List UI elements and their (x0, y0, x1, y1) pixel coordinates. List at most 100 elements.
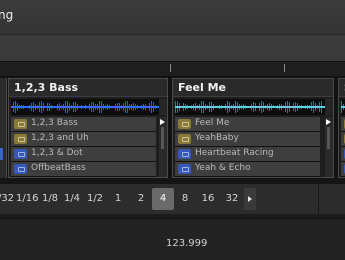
waveform-bar (341, 100, 342, 113)
waveform-bar (273, 105, 274, 109)
waveform-bar (65, 101, 66, 113)
waveform-bar (37, 104, 38, 110)
waveform-bar (187, 104, 188, 109)
waveform-bar (41, 100, 42, 114)
quantize-option[interactable]: 1/4 (62, 188, 82, 210)
waveform-bar (133, 102, 134, 112)
remix-slots: 1,2,3 Bass 1,2,3 Bass 1,2,3 and Uh 1,2,3 &… (0, 76, 345, 180)
slot-waveform[interactable] (175, 99, 333, 115)
quantize-option[interactable]: 4 (152, 188, 174, 210)
scroll-thumb[interactable] (161, 127, 164, 149)
clip-row[interactable] (341, 162, 345, 177)
waveform-bar (151, 100, 152, 114)
clip-row[interactable]: OffbeatBass (11, 162, 156, 177)
waveform-bar (29, 105, 30, 109)
remix-slot-1[interactable]: 1,2,3 Bass 1,2,3 Bass 1,2,3 and Uh 1,2,3 &… (8, 78, 168, 178)
waveform-bar (207, 104, 208, 110)
clip-label: YeahBaby (195, 133, 239, 143)
quantize-option[interactable]: 1 (109, 188, 127, 210)
waveform-bar (183, 103, 184, 111)
divider (318, 184, 319, 214)
waveform-bar (11, 106, 12, 108)
waveform-bar (247, 105, 248, 109)
waveform-bar (19, 105, 20, 109)
quantize-option[interactable]: 32 (222, 188, 242, 210)
waveform-bar (175, 101, 176, 113)
waveform-bar (117, 102, 118, 112)
waveform-clip-icon (178, 149, 191, 159)
waveform-clip-icon (178, 119, 191, 129)
waveform-bar (49, 103, 50, 111)
quantize-option[interactable]: 1/8 (40, 188, 60, 210)
waveform-bar (131, 104, 132, 110)
waveform-bar (189, 105, 190, 108)
waveform-bar (137, 105, 138, 109)
slot-scroll[interactable] (159, 117, 167, 177)
slot-waveform[interactable] (11, 99, 167, 115)
waveform-bar (279, 103, 280, 111)
clip-label: 1,2,3 Bass (31, 118, 78, 128)
chevron-right-icon[interactable] (244, 188, 256, 210)
slot-scroll[interactable] (325, 117, 333, 177)
waveform-bar (129, 104, 130, 110)
waveform-bar (223, 105, 224, 109)
waveform-bar (197, 104, 198, 110)
waveform-bar (107, 104, 108, 110)
clip-label: Yeah & Echo (195, 163, 251, 173)
remix-slot-2[interactable]: Feel Me Feel Me YeahBaby Heartbeat Racing Y… (172, 78, 334, 178)
clip-row[interactable]: YeahBaby (175, 132, 320, 147)
clip-row[interactable]: 1,2,3 and Uh (11, 132, 156, 147)
scroll-thumb[interactable] (327, 127, 330, 149)
waveform-bar (97, 103, 98, 111)
quantize-option[interactable]: 16 (198, 188, 218, 210)
quantize-option[interactable]: 8 (176, 188, 194, 210)
clip-row[interactable]: Yeah & Echo (175, 162, 320, 177)
waveform-bar (81, 105, 82, 109)
waveform-bar (99, 101, 100, 113)
waveform-clip-icon (14, 149, 27, 159)
left-slot-stub[interactable] (0, 78, 7, 178)
waveform-bar (289, 102, 290, 112)
waveform-bar (259, 102, 260, 112)
remix-slot-3[interactable]: S (338, 78, 345, 178)
waveform-bar (15, 101, 16, 113)
clip-row[interactable]: 1,2,3 Bass (11, 117, 156, 132)
waveform-bar (103, 103, 104, 111)
quantize-option[interactable]: 2 (132, 188, 150, 210)
waveform-bar (31, 103, 32, 111)
waveform-bar (177, 100, 178, 114)
quantize-option[interactable]: 1/2 (84, 188, 106, 210)
waveform-bar (145, 104, 146, 110)
waveform-bar (59, 103, 60, 111)
clip-row[interactable] (341, 132, 345, 147)
clip-list: 1,2,3 Bass 1,2,3 and Uh 1,2,3 & Dot Offbeat… (11, 117, 156, 177)
waveform-bar (139, 105, 140, 109)
waveform-bar (185, 103, 186, 111)
waveform-bar (113, 105, 114, 109)
waveform-bar (73, 102, 74, 112)
clip-row[interactable]: Heartbeat Racing (175, 147, 320, 162)
waveform-bar (217, 105, 218, 109)
waveform-bar (89, 103, 90, 110)
deck-controls-area (0, 34, 345, 61)
waveform-bar (79, 105, 80, 109)
waveform-bar (91, 101, 92, 113)
waveform-bar (215, 105, 216, 109)
waveform-bar (237, 101, 238, 113)
waveform-bar (135, 103, 136, 111)
waveform-bar (225, 103, 226, 111)
clip-row[interactable] (341, 147, 345, 162)
clip-row[interactable]: Feel Me (175, 117, 320, 132)
waveform-bar (285, 102, 286, 112)
clip-row[interactable] (341, 117, 345, 132)
deck-header: ng (0, 0, 345, 62)
waveform-bar (77, 103, 78, 110)
waveform-bar (17, 102, 18, 112)
waveform-bar (57, 104, 58, 110)
clip-row[interactable]: 1,2,3 & Dot (11, 147, 156, 162)
quantize-option[interactable]: 1/16 (16, 188, 38, 210)
slot-waveform[interactable] (341, 99, 345, 115)
deck-title: ng (0, 8, 14, 22)
waveform-bar (299, 105, 300, 109)
quantize-option[interactable]: /32 (0, 188, 16, 210)
